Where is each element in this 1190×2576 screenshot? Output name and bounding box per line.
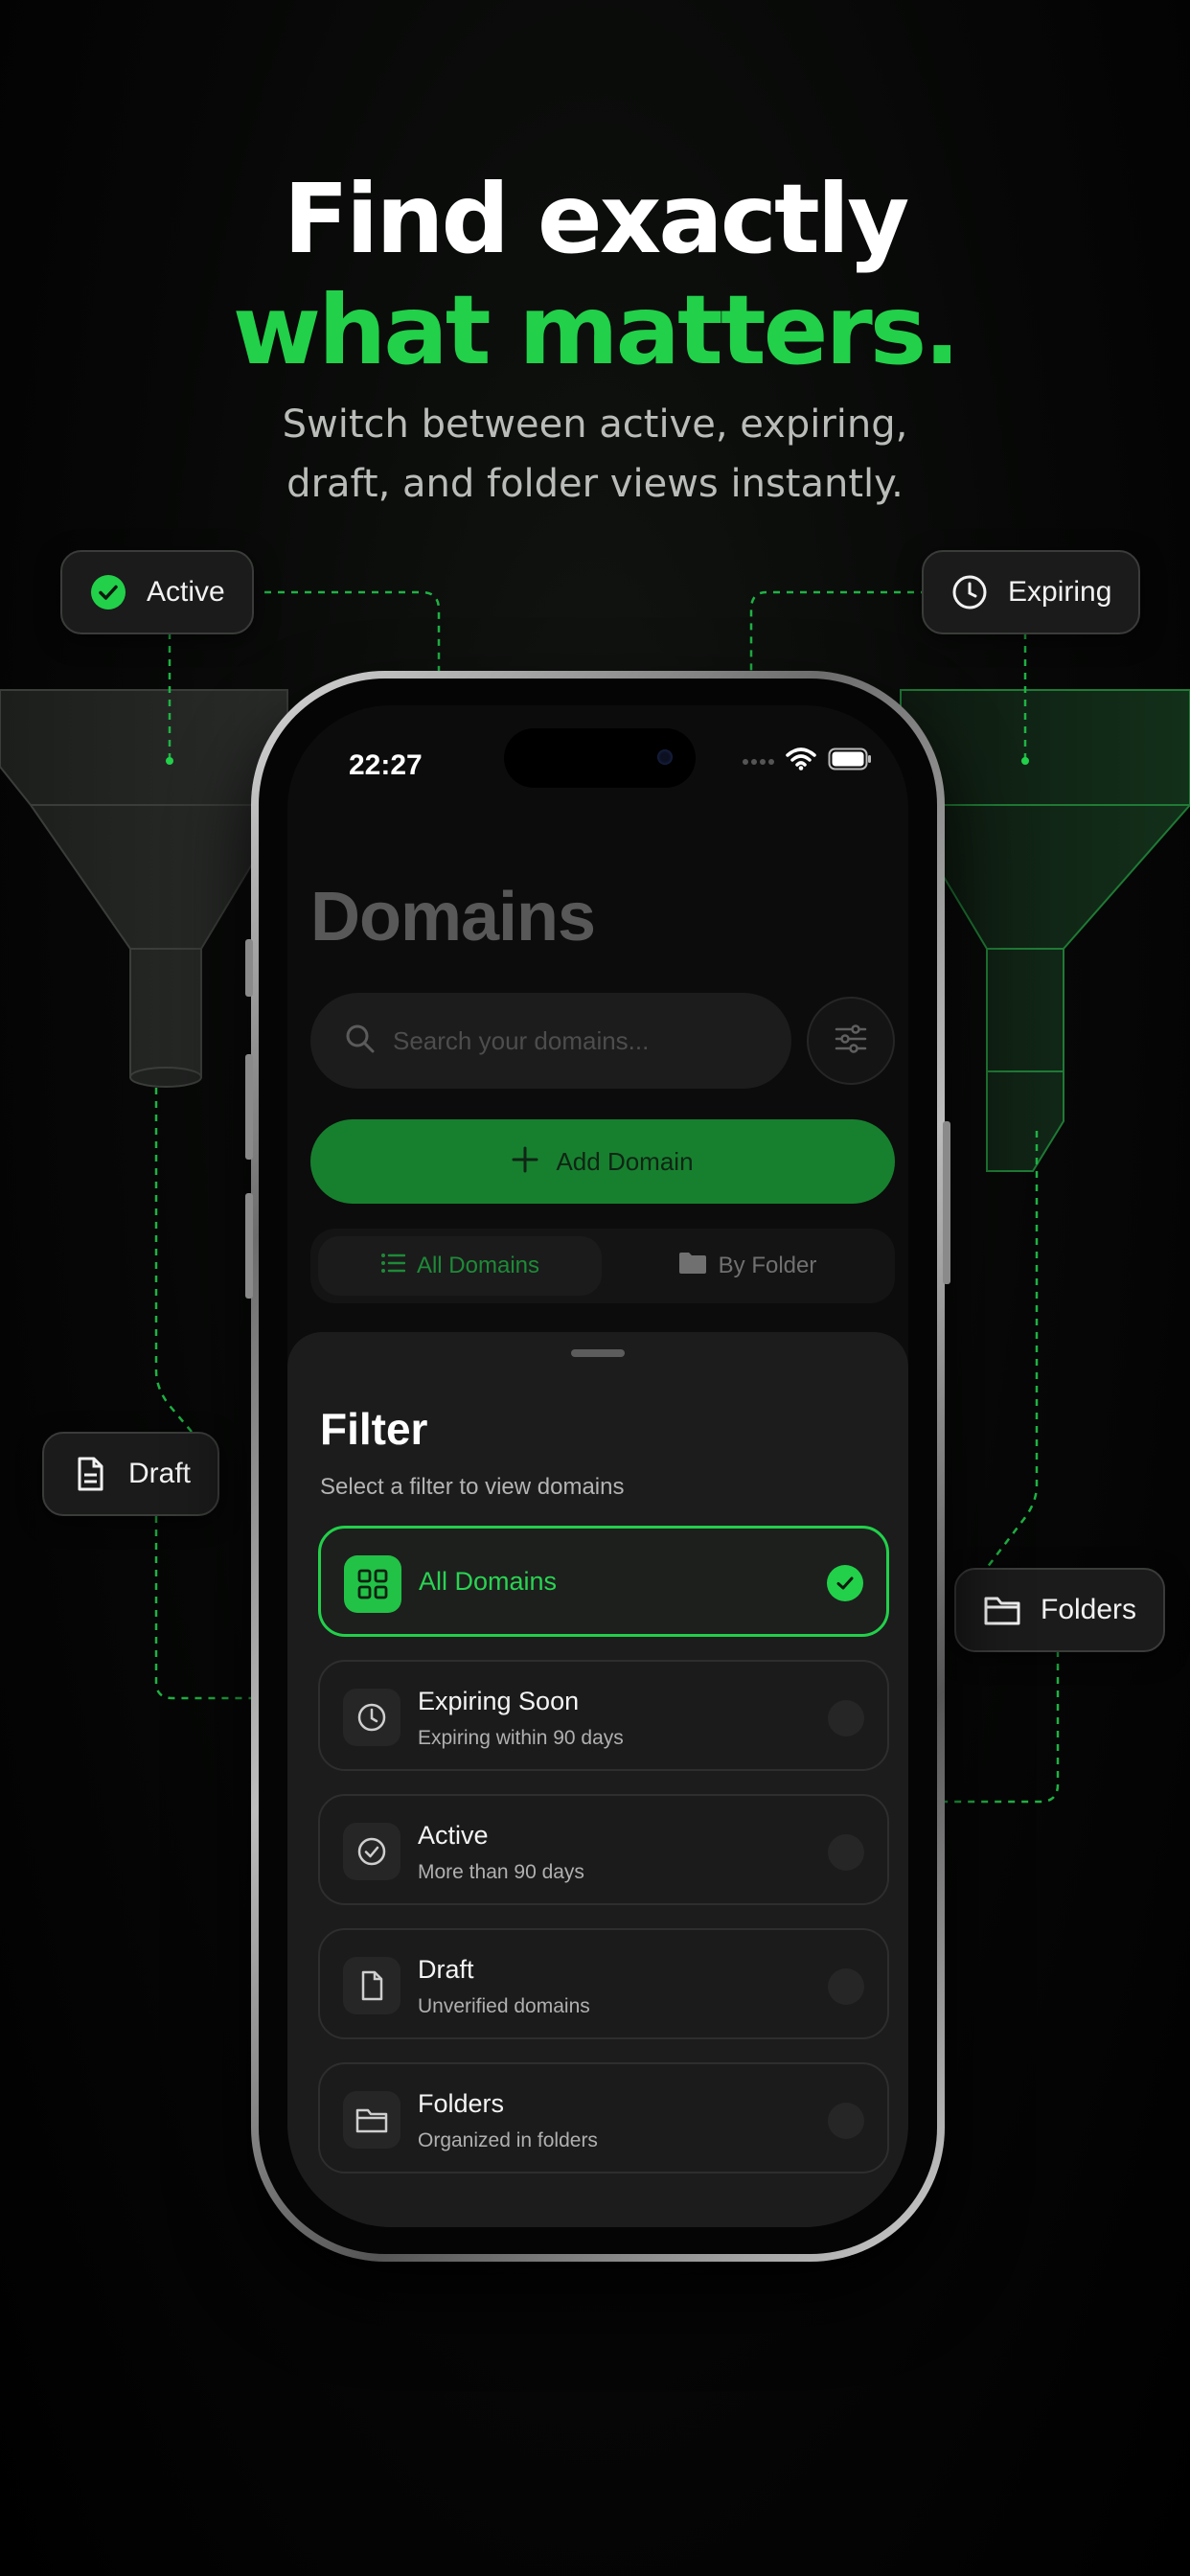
filter-option-desc: Expiring within 90 days — [418, 1727, 624, 1749]
chip-folders: Folders — [954, 1568, 1166, 1652]
filter-option-desc: Organized in folders — [418, 2129, 598, 2151]
page-title: Domains — [310, 879, 596, 955]
clock-icon — [343, 1689, 400, 1746]
sliders-icon — [835, 1024, 867, 1058]
filter-sheet: Filter Select a filter to view domains A… — [287, 1332, 908, 2227]
add-domain-label: Add Domain — [556, 1146, 694, 1176]
grid-icon — [344, 1555, 401, 1613]
chip-draft-label: Draft — [128, 1458, 192, 1489]
filter-option-label: Draft — [418, 1955, 474, 1984]
phone-frame: 22:27 Domains Search your domains... Add… — [245, 671, 950, 2262]
sheet-grabber[interactable] — [571, 1349, 625, 1357]
filter-option-active[interactable]: Active More than 90 days — [318, 1794, 889, 1905]
radio-indicator — [828, 1700, 864, 1736]
folder-icon — [983, 1591, 1021, 1629]
status-icons — [742, 748, 872, 775]
filter-option-all-domains[interactable]: All Domains — [318, 1526, 889, 1637]
view-segmented-control: All Domains By Folder — [310, 1229, 895, 1303]
check-circle-icon — [89, 573, 127, 611]
status-time: 22:27 — [349, 749, 423, 781]
filter-option-label: Expiring Soon — [418, 1687, 580, 1715]
filter-option-desc: More than 90 days — [418, 1861, 584, 1883]
plus-icon — [512, 1146, 538, 1178]
phone-volume-up — [245, 1054, 253, 1160]
headline-line-1: Find exactly — [283, 163, 910, 275]
left-funnel — [0, 689, 288, 1088]
filter-option-folders[interactable]: Folders Organized in folders — [318, 2062, 889, 2174]
selected-check-icon — [827, 1565, 863, 1601]
filter-button[interactable] — [807, 997, 895, 1085]
filter-option-label: Folders — [418, 2089, 505, 2118]
chip-draft: Draft — [42, 1432, 220, 1516]
filter-option-expiring-soon[interactable]: Expiring Soon Expiring within 90 days — [318, 1660, 889, 1771]
dynamic-island — [504, 728, 696, 788]
filter-option-label: All Domains — [419, 1567, 558, 1596]
subheadline-line-1: Switch between active, expiring, — [282, 402, 908, 447]
search-bar[interactable] — [310, 993, 791, 1089]
sheet-subtitle: Select a filter to view domains — [320, 1474, 625, 1500]
clock-icon — [950, 573, 989, 611]
phone-bezel: 22:27 Domains Search your domains... Add… — [259, 678, 937, 2254]
radio-indicator — [828, 2103, 864, 2139]
search-input[interactable] — [391, 1024, 759, 1057]
segment-folder-label: By Folder — [718, 1253, 817, 1278]
radio-indicator — [828, 1834, 864, 1871]
document-icon — [343, 1957, 400, 2014]
phone-action-button — [245, 939, 253, 997]
add-domain-button[interactable]: Add Domain — [310, 1119, 895, 1204]
search-icon — [345, 1024, 376, 1059]
list-icon — [380, 1253, 406, 1280]
subheadline-line-2: draft, and folder views instantly. — [286, 462, 904, 506]
chip-expiring: Expiring — [922, 550, 1141, 634]
camera-icon — [657, 749, 673, 765]
chip-active-label: Active — [147, 576, 225, 608]
phone-power-button — [943, 1121, 950, 1284]
phone-volume-down — [245, 1193, 253, 1299]
chip-active: Active — [60, 550, 254, 634]
filter-option-desc: Unverified domains — [418, 1995, 590, 2017]
signal-dots-icon — [742, 753, 774, 770]
app-screen: 22:27 Domains Search your domains... Add… — [287, 705, 908, 2227]
chip-folders-label: Folders — [1041, 1594, 1137, 1625]
folder-icon — [678, 1252, 707, 1281]
document-icon — [71, 1455, 109, 1493]
filter-option-label: Active — [418, 1821, 489, 1850]
segment-by-folder[interactable]: By Folder — [607, 1236, 887, 1296]
chip-expiring-label: Expiring — [1008, 576, 1112, 608]
segment-all-domains[interactable]: All Domains — [318, 1236, 602, 1296]
sheet-title: Filter — [320, 1404, 428, 1454]
folder-icon — [343, 2091, 400, 2149]
headline-line-2: what matters. — [232, 274, 961, 386]
wifi-icon — [786, 748, 816, 775]
segment-all-label: All Domains — [416, 1253, 540, 1278]
filter-option-draft[interactable]: Draft Unverified domains — [318, 1928, 889, 2039]
battery-icon — [828, 748, 872, 775]
check-circle-icon — [343, 1823, 400, 1880]
radio-indicator — [828, 1968, 864, 2005]
